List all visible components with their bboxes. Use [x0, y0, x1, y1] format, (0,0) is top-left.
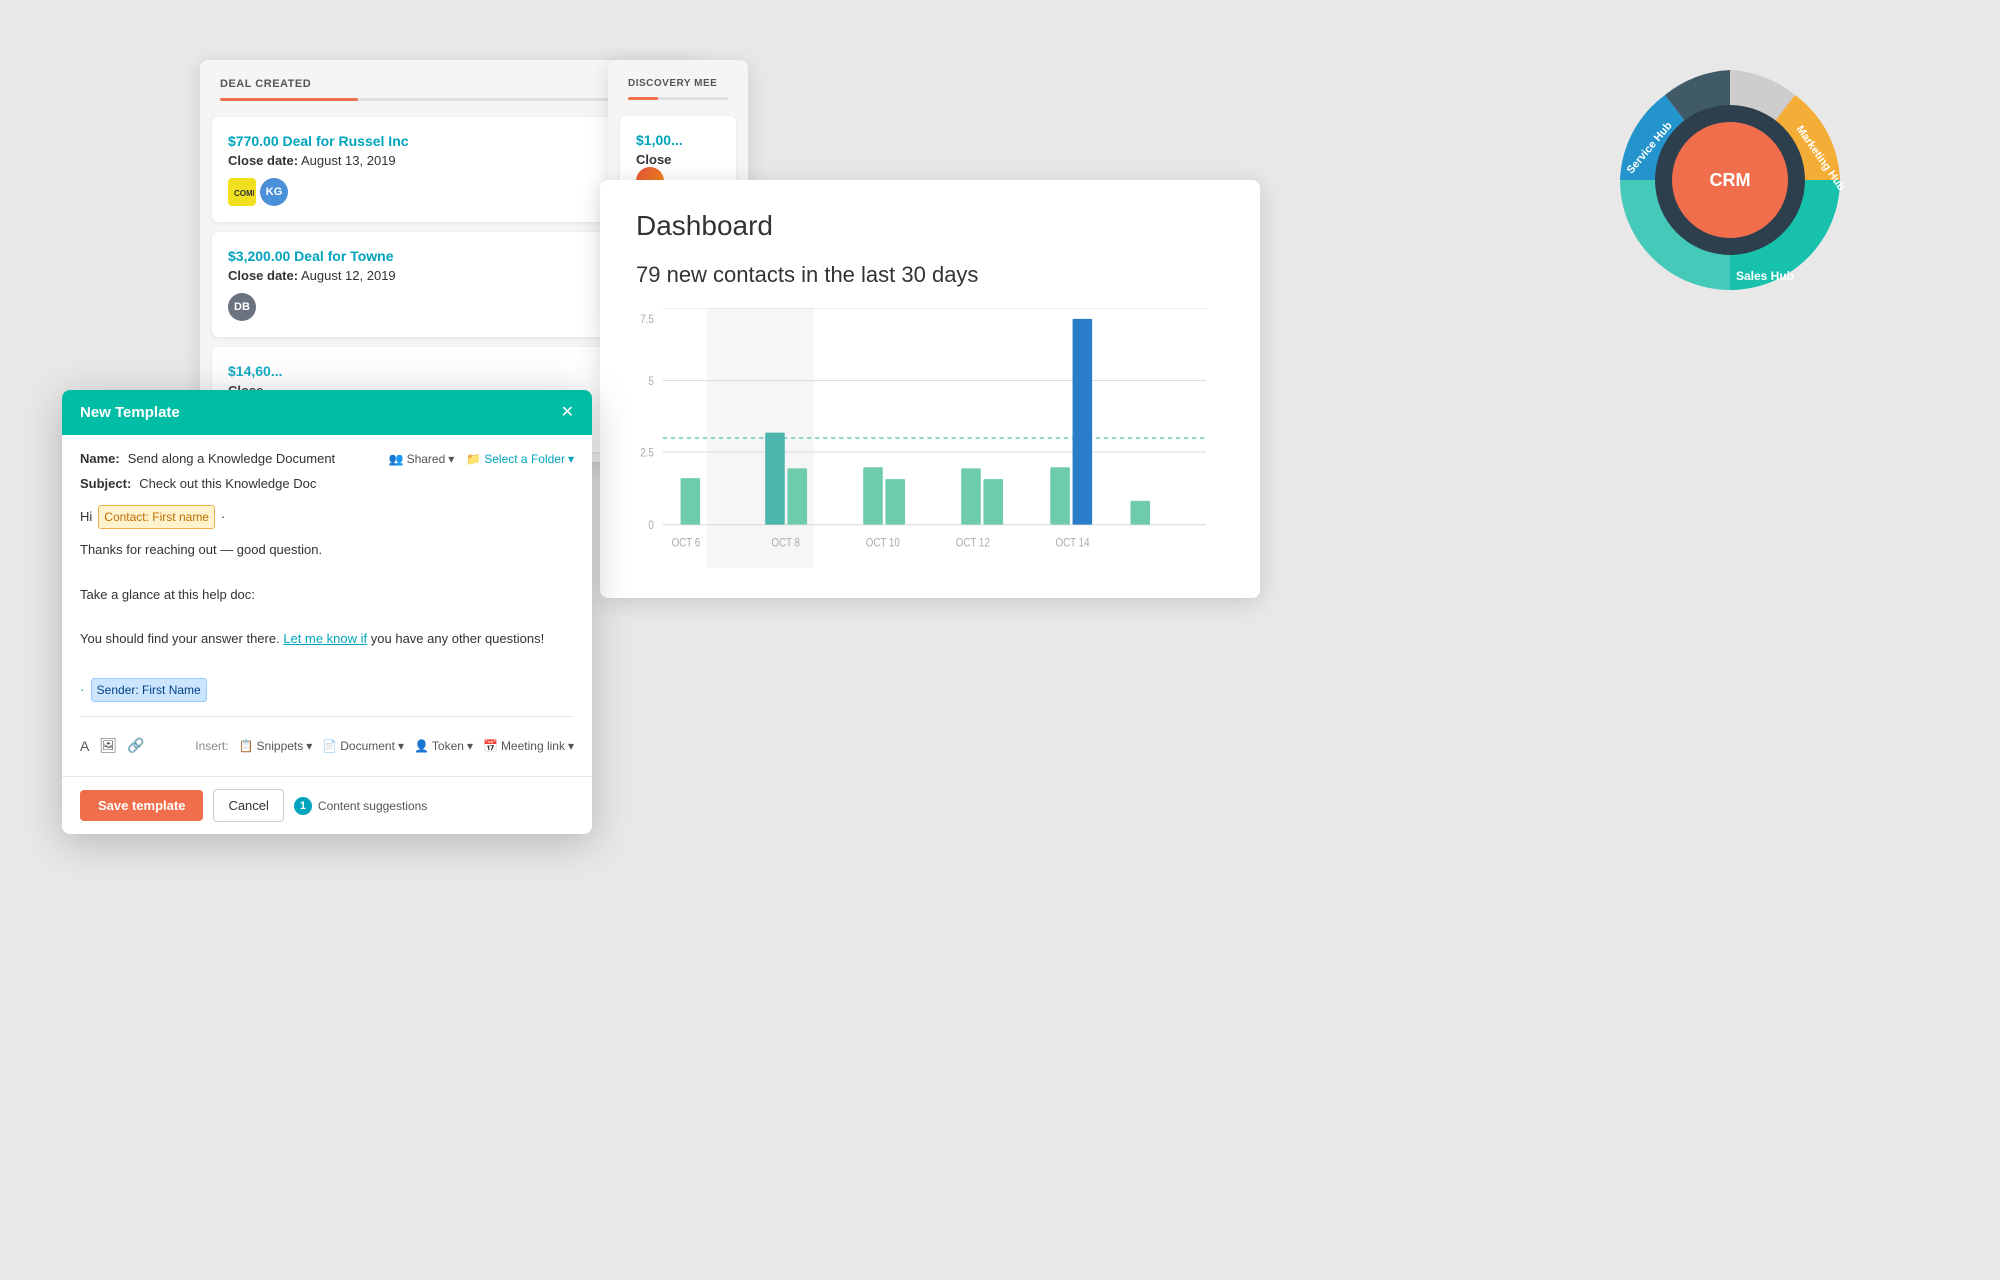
svg-text:OCT 14: OCT 14 — [1056, 537, 1090, 550]
deals-col-title: DEAL CREATED — [220, 78, 311, 90]
image-icon[interactable]: 🖼 — [99, 737, 117, 754]
deal-title-1: $770.00 Deal for Russel Inc — [228, 133, 672, 149]
deal-logo-1: COMIC — [228, 178, 256, 206]
dashboard-panel: Dashboard 79 new contacts in the last 30… — [600, 180, 1260, 598]
let-me-know-link[interactable]: Let me know if — [283, 631, 367, 646]
sender-first-name-token[interactable]: Sender: First Name — [91, 678, 207, 702]
link-icon[interactable]: 🔗 — [127, 737, 144, 754]
token-button[interactable]: 👤 Token ▾ — [414, 739, 473, 753]
svg-text:COMIC: COMIC — [234, 189, 254, 198]
body-line-2: Take a glance at this help doc: — [80, 584, 574, 606]
contact-first-name-token[interactable]: Contact: First name — [98, 505, 215, 529]
body-divider — [80, 716, 574, 717]
modal-subject-value: Check out this Knowledge Doc — [139, 476, 316, 491]
body-line-3: You should find your answer there. Let m… — [80, 628, 574, 650]
svg-text:2.5: 2.5 — [640, 447, 654, 460]
svg-text:OCT 12: OCT 12 — [956, 537, 990, 550]
snippets-chevron: ▾ — [306, 739, 312, 753]
format-text-icon[interactable]: A — [80, 738, 89, 754]
meeting-icon: 📅 — [483, 739, 498, 753]
cs-count-badge: 1 — [294, 797, 312, 815]
modal-field-right: 👥 Shared ▾ 📁 Select a Folder ▾ — [389, 452, 574, 466]
chart-svg: 0 2.5 5 7.5 OCT 6 OCT 8 OCT 10 OCT 12 — [636, 308, 1224, 568]
deals-col2-progress — [628, 97, 728, 100]
toolbar-row: A 🖼 🔗 Insert: 📋 Snippets ▾ 📄 Document ▾ … — [80, 731, 574, 760]
new-template-modal: New Template ✕ Name: Send along a Knowle… — [62, 390, 592, 834]
snippets-icon: 📋 — [239, 739, 254, 753]
deals-col2-header: DISCOVERY MEE — [608, 60, 748, 97]
dashboard-title: Dashboard — [636, 210, 1224, 242]
token-chevron: ▾ — [467, 739, 473, 753]
shared-chevron: ▾ — [448, 452, 454, 466]
meeting-link-label: Meeting link — [501, 739, 565, 753]
svg-text:OCT 6: OCT 6 — [672, 537, 701, 550]
insert-label: Insert: — [195, 739, 228, 753]
folder-chevron: ▾ — [568, 452, 574, 466]
hubspot-wheel-svg: CRM Sales Hub Marketing Hub Service Hub — [1600, 50, 1860, 310]
hi-line: Hi Contact: First name · — [80, 505, 574, 529]
sender-bullet-line: · Sender: First Name — [80, 678, 574, 702]
hubspot-wheel: CRM Sales Hub Marketing Hub Service Hub — [1600, 50, 1860, 310]
deal-avatar-kg: KG — [260, 178, 288, 206]
modal-name-value: Send along a Knowledge Document — [128, 451, 389, 466]
body-line-1: Thanks for reaching out — good question. — [80, 539, 574, 561]
svg-text:CRM: CRM — [1710, 170, 1751, 190]
shared-icon: 👥 — [389, 452, 404, 466]
document-label: Document — [340, 739, 395, 753]
toolbar-right: Insert: 📋 Snippets ▾ 📄 Document ▾ 👤 Toke… — [195, 739, 574, 753]
document-chevron: ▾ — [398, 739, 404, 753]
modal-name-row: Name: Send along a Knowledge Document 👥 … — [80, 451, 574, 466]
deal-avatar-db: DB — [228, 293, 256, 321]
token-label: Token — [432, 739, 464, 753]
snippets-label: Snippets — [257, 739, 304, 753]
svg-text:OCT 10: OCT 10 — [866, 537, 900, 550]
folder-button[interactable]: 📁 Select a Folder ▾ — [466, 452, 574, 466]
dashboard-stat: 79 new contacts in the last 30 days — [636, 262, 1224, 288]
deal-title-r1: $1,00... — [636, 132, 720, 148]
folder-icon: 📁 — [466, 452, 481, 466]
toolbar-left: A 🖼 🔗 — [80, 737, 145, 754]
document-button[interactable]: 📄 Document ▾ — [322, 739, 404, 753]
deal-date-1: Close date: August 13, 2019 — [228, 153, 672, 168]
svg-text:0: 0 — [648, 519, 653, 532]
folder-label: Select a Folder — [484, 452, 565, 466]
svg-text:7.5: 7.5 — [640, 313, 654, 326]
svg-text:Sales Hub: Sales Hub — [1736, 269, 1794, 283]
modal-header: New Template ✕ — [62, 390, 592, 435]
hi-dash: · — [221, 506, 225, 528]
shared-label: Shared — [407, 452, 446, 466]
modal-close-button[interactable]: ✕ — [561, 405, 574, 421]
modal-title: New Template — [80, 404, 180, 421]
hi-text: Hi — [80, 506, 92, 528]
modal-name-label: Name: — [80, 451, 120, 466]
bullet-icon: · — [80, 678, 85, 702]
svg-text:OCT 8: OCT 8 — [771, 537, 800, 550]
snippets-button[interactable]: 📋 Snippets ▾ — [239, 739, 313, 753]
document-icon: 📄 — [322, 739, 337, 753]
save-template-button[interactable]: Save template — [80, 790, 203, 821]
deals-col2-title: DISCOVERY MEE — [628, 78, 717, 89]
cs-label: Content suggestions — [318, 799, 427, 813]
cancel-button[interactable]: Cancel — [213, 789, 283, 822]
meeting-chevron: ▾ — [568, 739, 574, 753]
modal-subject-row: Subject: Check out this Knowledge Doc — [80, 476, 574, 491]
svg-text:5: 5 — [648, 375, 653, 388]
meeting-link-button[interactable]: 📅 Meeting link ▾ — [483, 739, 574, 753]
deal-date-r1: Close — [636, 152, 720, 167]
modal-body: Name: Send along a Knowledge Document 👥 … — [62, 435, 592, 776]
modal-subject-label: Subject: — [80, 476, 131, 491]
chart-area: 0 2.5 5 7.5 OCT 6 OCT 8 OCT 10 OCT 12 — [636, 308, 1224, 568]
email-body: Hi Contact: First name · Thanks for reac… — [80, 505, 574, 702]
modal-footer: Save template Cancel 1 Content suggestio… — [62, 776, 592, 834]
content-suggestions[interactable]: 1 Content suggestions — [294, 797, 427, 815]
token-icon: 👤 — [414, 739, 429, 753]
shared-button[interactable]: 👥 Shared ▾ — [389, 452, 455, 466]
